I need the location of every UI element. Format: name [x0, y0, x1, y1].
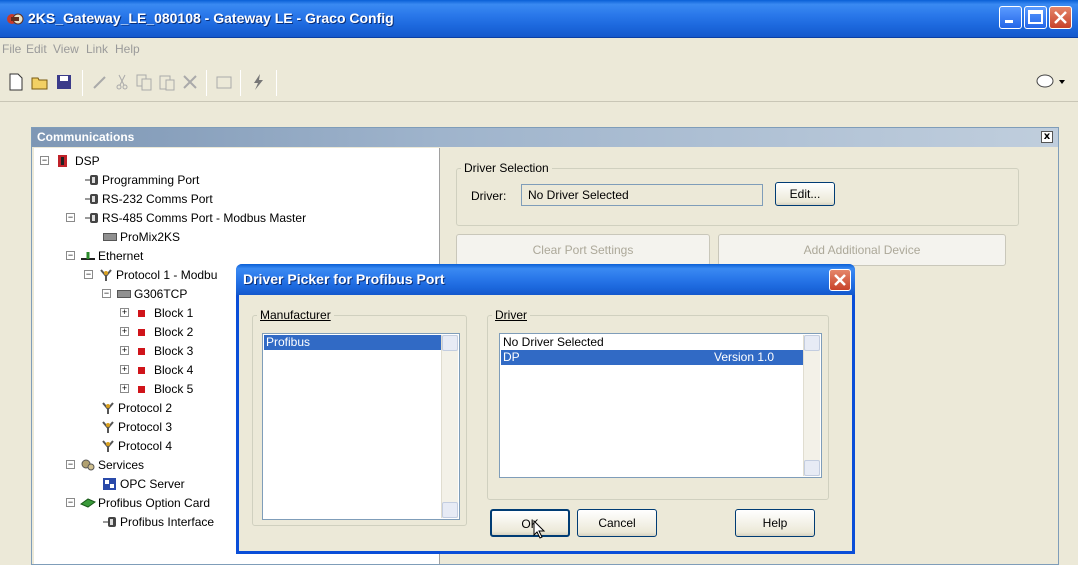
- driver-label: Driver:: [471, 189, 507, 203]
- driver-scrollbar[interactable]: [803, 335, 820, 476]
- new-icon[interactable]: [6, 72, 26, 92]
- expand-icon[interactable]: +: [120, 308, 129, 317]
- expand-icon[interactable]: +: [120, 327, 129, 336]
- clear-port-settings-button[interactable]: Clear Port Settings: [456, 234, 710, 266]
- expand-icon[interactable]: +: [120, 384, 129, 393]
- scroll-down-icon[interactable]: [804, 460, 820, 476]
- protocol-icon: [100, 269, 112, 281]
- option-card-icon: [80, 498, 96, 508]
- scroll-up-icon[interactable]: [442, 335, 458, 351]
- app-icon: [7, 13, 24, 25]
- protocol-icon: [102, 402, 114, 414]
- close-button[interactable]: [1049, 6, 1072, 29]
- manufacturer-title: Manufacturer: [257, 308, 334, 322]
- services-icon: [81, 459, 95, 471]
- speech-bubble-icon[interactable]: [1035, 72, 1069, 92]
- collapse-icon[interactable]: −: [66, 498, 75, 507]
- save-icon[interactable]: [54, 72, 74, 92]
- manufacturer-scrollbar[interactable]: [441, 335, 458, 518]
- dialog-title: Driver Picker for Profibus Port: [243, 271, 445, 287]
- opc-server-icon: [103, 478, 116, 490]
- dialog-title-bar[interactable]: Driver Picker for Profibus Port: [236, 264, 855, 295]
- mouse-cursor-icon: [533, 520, 546, 539]
- maximize-button[interactable]: [1024, 6, 1047, 29]
- window-title: 2KS_Gateway_LE_080108 - Gateway LE - Gra…: [28, 10, 394, 26]
- ethernet-icon: [81, 252, 95, 260]
- dsp-icon: [58, 155, 67, 167]
- minimize-button[interactable]: [999, 6, 1022, 29]
- manufacturer-group: Manufacturer Profibus: [252, 308, 467, 526]
- open-icon[interactable]: [30, 72, 50, 92]
- collapse-icon[interactable]: −: [66, 213, 75, 222]
- collapse-icon[interactable]: −: [84, 270, 93, 279]
- protocol-icon: [102, 440, 114, 452]
- block-icon: [138, 367, 145, 374]
- cut-icon[interactable]: [112, 72, 132, 92]
- list-item[interactable]: No Driver Selected: [501, 335, 804, 350]
- lightning-icon[interactable]: [248, 72, 268, 92]
- scroll-down-icon[interactable]: [442, 502, 458, 518]
- driver-field[interactable]: No Driver Selected: [521, 184, 763, 206]
- protocol-icon: [102, 421, 114, 433]
- panel-close-button[interactable]: x: [1041, 131, 1053, 143]
- collapse-icon[interactable]: −: [66, 460, 75, 469]
- menu-link[interactable]: Link: [86, 42, 108, 56]
- block-icon: [138, 329, 145, 336]
- expand-icon[interactable]: +: [120, 346, 129, 355]
- expand-icon[interactable]: +: [120, 365, 129, 374]
- minimize-icon: [1005, 20, 1013, 23]
- pencil-icon[interactable]: [90, 72, 110, 92]
- collapse-icon[interactable]: −: [66, 251, 75, 260]
- menu-file[interactable]: File: [2, 42, 21, 56]
- delete-icon[interactable]: [180, 72, 200, 92]
- port-icon: [85, 194, 98, 204]
- maximize-icon: [1028, 10, 1043, 24]
- menu-view[interactable]: View: [53, 42, 79, 56]
- help-button[interactable]: Help: [735, 509, 815, 537]
- port-icon: [85, 213, 98, 223]
- menu-help[interactable]: Help: [115, 42, 140, 56]
- collapse-icon[interactable]: −: [102, 289, 111, 298]
- manufacturer-list[interactable]: Profibus: [262, 333, 460, 520]
- collapse-icon[interactable]: −: [40, 156, 49, 165]
- port-icon: [85, 175, 98, 185]
- communications-title: Communications: [37, 130, 135, 144]
- communications-header: Communications x: [32, 128, 1058, 147]
- menu-bar: File Edit View Link Help: [0, 38, 1078, 60]
- menu-edit[interactable]: Edit: [26, 42, 47, 56]
- add-additional-device-button[interactable]: Add Additional Device: [718, 234, 1006, 266]
- device-icon: [103, 233, 117, 241]
- block-icon: [138, 348, 145, 355]
- driver-selection-group: Driver Selection Driver: No Driver Selec…: [456, 161, 1019, 226]
- driver-picker-dialog: Driver Picker for Profibus Port Manufact…: [236, 264, 855, 554]
- port-icon: [103, 517, 116, 527]
- list-item[interactable]: DP Version 1.0: [501, 350, 804, 365]
- block-icon: [138, 310, 145, 317]
- ok-button[interactable]: OK: [490, 509, 570, 537]
- driver-selection-title: Driver Selection: [461, 161, 552, 175]
- block-icon: [138, 386, 145, 393]
- close-icon: [1054, 11, 1067, 24]
- list-item[interactable]: Profibus: [264, 335, 442, 350]
- driver-group: Driver No Driver Selected DP Version 1.0: [487, 308, 829, 500]
- title-bar[interactable]: 2KS_Gateway_LE_080108 - Gateway LE - Gra…: [0, 0, 1078, 38]
- device-icon: [117, 290, 131, 298]
- cancel-button[interactable]: Cancel: [577, 509, 657, 537]
- copy-icon[interactable]: [134, 72, 154, 92]
- dialog-close-button[interactable]: [829, 269, 851, 291]
- edit-driver-button[interactable]: Edit...: [775, 182, 835, 206]
- driver-title: Driver: [492, 308, 530, 322]
- driver-list[interactable]: No Driver Selected DP Version 1.0: [499, 333, 822, 478]
- toolbar: [0, 60, 1078, 102]
- scroll-up-icon[interactable]: [804, 335, 820, 351]
- window-icon[interactable]: [214, 72, 234, 92]
- close-icon: [834, 274, 846, 286]
- paste-icon[interactable]: [157, 72, 177, 92]
